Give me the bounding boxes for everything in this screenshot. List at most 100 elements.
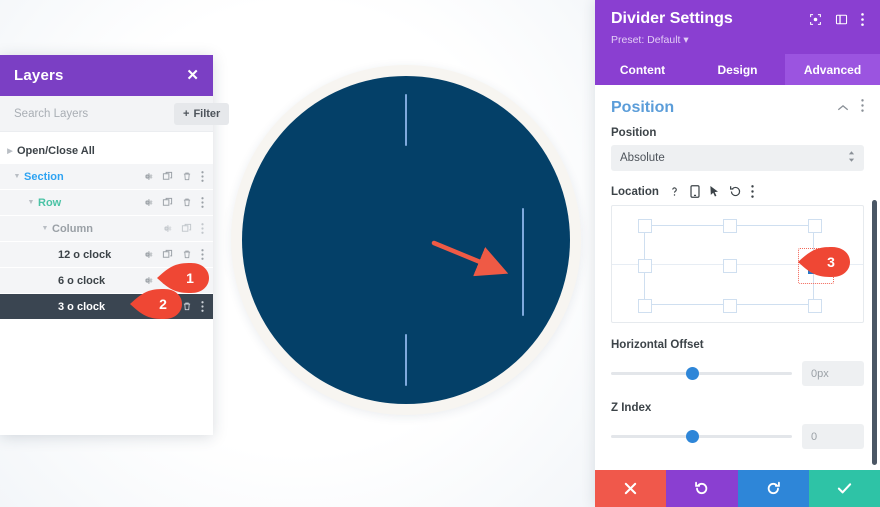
slider-knob[interactable] xyxy=(686,430,700,443)
horizontal-offset-value[interactable]: 0px xyxy=(802,361,864,386)
duplicate-icon[interactable] xyxy=(181,223,192,234)
layers-search-row: + Filter xyxy=(0,96,230,132)
location-anchor-grid[interactable] xyxy=(611,205,864,323)
gear-icon[interactable] xyxy=(141,301,153,313)
redo-button[interactable] xyxy=(737,470,809,507)
settings-header-actions xyxy=(809,10,864,31)
anchor-middle-left[interactable] xyxy=(638,259,652,273)
duplicate-icon[interactable] xyxy=(162,171,173,182)
more-vertical-icon[interactable] xyxy=(861,99,864,117)
reset-icon[interactable] xyxy=(729,185,742,198)
preset-label: Preset: Default xyxy=(611,34,681,46)
divider-3-o-clock[interactable] xyxy=(522,208,524,316)
trash-icon[interactable] xyxy=(182,249,192,260)
clock-outer-ring xyxy=(231,65,581,415)
horizontal-offset-label: Horizontal Offset xyxy=(611,339,704,351)
chevron-up-icon[interactable] xyxy=(837,99,849,117)
open-close-all-label: Open/Close All xyxy=(17,144,95,157)
layout-icon[interactable] xyxy=(835,13,848,31)
responsive-icon[interactable] xyxy=(690,185,700,198)
anchor-middle-center[interactable] xyxy=(723,259,737,273)
undo-button[interactable] xyxy=(666,470,738,507)
anchor-top-right[interactable] xyxy=(808,219,822,233)
layer-row-section[interactable]: ▼ Section xyxy=(0,164,213,189)
close-icon xyxy=(624,482,637,495)
more-vertical-icon[interactable] xyxy=(201,275,204,286)
more-vertical-icon[interactable] xyxy=(861,13,864,31)
more-vertical-icon[interactable] xyxy=(751,185,754,198)
layer-label: Column xyxy=(52,222,93,235)
more-vertical-icon[interactable] xyxy=(201,249,204,260)
cursor-icon[interactable] xyxy=(709,185,720,198)
more-vertical-icon[interactable] xyxy=(201,197,204,208)
z-index-slider[interactable] xyxy=(611,430,792,443)
anchor-bottom-right[interactable] xyxy=(808,299,822,313)
gear-icon[interactable] xyxy=(161,223,172,234)
position-select[interactable]: Absolute xyxy=(611,145,864,171)
layer-row-actions xyxy=(141,301,213,313)
tab-advanced[interactable]: Advanced xyxy=(785,54,880,85)
caret-down-icon[interactable]: ▼ xyxy=(24,199,38,206)
duplicate-icon[interactable] xyxy=(162,301,173,312)
duplicate-icon[interactable] xyxy=(162,275,173,286)
caret-down-icon[interactable]: ▼ xyxy=(38,225,52,232)
duplicate-icon[interactable] xyxy=(162,249,173,260)
anchor-top-left[interactable] xyxy=(638,219,652,233)
layer-row-3-o-clock[interactable]: 3 o clock xyxy=(0,294,213,319)
settings-scrollbar[interactable] xyxy=(872,200,877,465)
layer-row-column[interactable]: ▼ Column xyxy=(0,216,213,241)
cancel-button[interactable] xyxy=(595,470,667,507)
page-title: Divider Settings xyxy=(611,10,733,27)
gear-icon[interactable] xyxy=(142,197,153,208)
open-close-all-row[interactable]: ▶ Open/Close All xyxy=(0,138,213,163)
more-vertical-icon[interactable] xyxy=(201,223,204,234)
caret-down-icon[interactable]: ▼ xyxy=(10,173,24,180)
preset-selector[interactable]: Preset: Default ▾ xyxy=(611,34,864,46)
layer-row-actions xyxy=(161,223,213,234)
location-grid-box xyxy=(638,219,834,313)
anchor-bottom-left[interactable] xyxy=(638,299,652,313)
layers-title: Layers xyxy=(14,67,64,84)
chevron-down-icon: ▾ xyxy=(683,34,689,46)
save-button[interactable] xyxy=(808,470,880,507)
tab-design[interactable]: Design xyxy=(690,54,785,85)
horizontal-offset-slider[interactable] xyxy=(611,367,792,380)
layer-label: 12 o clock xyxy=(58,248,112,261)
gear-icon[interactable] xyxy=(142,275,153,286)
slider-knob[interactable] xyxy=(686,367,700,380)
gear-icon[interactable] xyxy=(142,249,153,260)
layers-panel: Layers ✕ + Filter ▶ Open/Close All ▼ Sec… xyxy=(0,55,230,435)
anchor-top-center[interactable] xyxy=(723,219,737,233)
filter-label: Filter xyxy=(193,107,221,120)
divider-6-o-clock[interactable] xyxy=(405,334,407,386)
anchor-middle-right[interactable] xyxy=(808,258,824,274)
trash-icon[interactable] xyxy=(182,275,192,286)
target-icon[interactable] xyxy=(809,13,822,31)
more-vertical-icon[interactable] xyxy=(201,171,204,182)
layer-row-12-o-clock[interactable]: 12 o clock xyxy=(0,242,213,267)
layer-row-6-o-clock[interactable]: 6 o clock xyxy=(0,268,213,293)
trash-icon[interactable] xyxy=(182,171,192,182)
layer-row-row[interactable]: ▼ Row xyxy=(0,190,213,215)
position-section-header[interactable]: Position xyxy=(611,85,864,127)
redo-icon xyxy=(767,481,780,495)
duplicate-icon[interactable] xyxy=(162,197,173,208)
tab-content[interactable]: Content xyxy=(595,54,690,85)
trash-icon[interactable] xyxy=(182,197,192,208)
z-index-value[interactable]: 0 xyxy=(802,424,864,449)
plus-icon: + xyxy=(183,107,190,120)
trash-icon[interactable] xyxy=(182,301,192,312)
check-icon xyxy=(837,483,852,494)
gear-icon[interactable] xyxy=(142,171,153,182)
horizontal-offset-control: 0px xyxy=(611,361,864,386)
close-icon[interactable]: ✕ xyxy=(186,68,199,83)
layer-row-actions xyxy=(142,197,213,208)
divider-settings-panel: Divider Settings Preset: Default ▾ Conte… xyxy=(595,0,880,507)
help-icon[interactable] xyxy=(668,185,681,198)
anchor-bottom-center[interactable] xyxy=(723,299,737,313)
filter-button[interactable]: + Filter xyxy=(174,102,230,125)
divider-12-o-clock[interactable] xyxy=(405,94,407,146)
settings-header-top: Divider Settings xyxy=(611,10,864,31)
search-input[interactable] xyxy=(14,107,168,120)
more-vertical-icon[interactable] xyxy=(201,301,204,312)
